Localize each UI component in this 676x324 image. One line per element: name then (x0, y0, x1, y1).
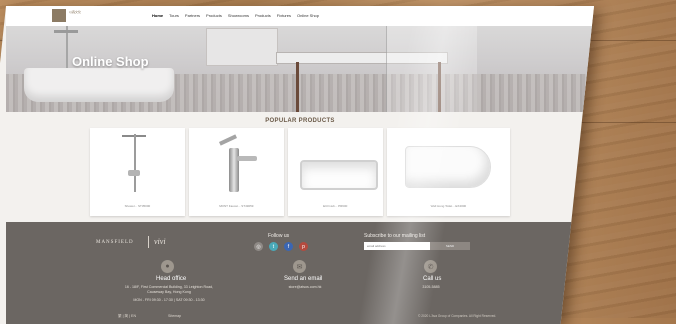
product-caption: Wall Hung Toilet... EX4000 (430, 204, 467, 208)
site-footer: MANSFIELD vivi Follow us ◎ t f p Subscri… (5, 222, 594, 324)
bathtub-product-image (288, 132, 383, 196)
main-nav: Home Tours Partners Products Showrooms P… (152, 13, 319, 18)
social-links: ◎ t f p (254, 242, 308, 251)
nav-item-products[interactable]: Products (206, 13, 222, 18)
head-office-title: Head office (156, 276, 187, 282)
product-card-toilet[interactable]: Wall Hung Toilet... EX4000 (386, 128, 511, 216)
product-card-shower[interactable]: Shower... ST35000 (90, 128, 185, 216)
sitemap-link[interactable]: Sitemap (168, 314, 181, 318)
office-hours: MON - FRI 09:30 - 17:30 | SAT 09:30 - 13… (133, 298, 205, 302)
hero-title: Online Shop (72, 54, 149, 69)
language-switcher[interactable]: 繁 | 简 | EN (118, 314, 136, 318)
shower-product-image (90, 132, 185, 196)
address-line-2: Causeway Bay, Hong Kong (147, 290, 191, 294)
pinterest-icon[interactable]: p (299, 242, 308, 251)
nav-item-home[interactable]: Home (152, 13, 163, 18)
site-header: 以森文化 Home Tours Partners Products Showro… (6, 6, 594, 26)
email-icon: ✉ (293, 260, 306, 273)
product-card-faucet[interactable]: MONT Faucet... ST49059 (188, 128, 284, 216)
instagram-icon[interactable]: ◎ (254, 242, 263, 251)
product-card-bathtub[interactable]: ECO-tub... PR600 (287, 128, 383, 216)
nav-item-products-2[interactable]: Products (255, 13, 271, 18)
subscribe-label: Subscribe to our mailing list (364, 233, 426, 239)
hero-mirror (206, 28, 278, 66)
mansfield-logo[interactable]: MANSFIELD (96, 240, 134, 245)
phone-number[interactable]: 3105-5885 (411, 285, 451, 290)
popular-products-title: POPULAR PRODUCTS (265, 118, 335, 124)
nav-item-partners[interactable]: Partners (185, 13, 200, 18)
head-office-address: 16 - 18/F, First Commercial Building, 33… (114, 285, 224, 303)
nav-item-showrooms[interactable]: Showrooms (228, 13, 249, 18)
hero-banner: Online Shop (6, 26, 594, 112)
brand-divider (148, 236, 149, 248)
nav-item-tours[interactable]: Tours (169, 13, 179, 18)
hero-glass-panel (386, 26, 477, 112)
product-caption: Shower... ST35000 (124, 204, 151, 208)
location-pin-icon: ● (161, 260, 174, 273)
nav-item-online-shop[interactable]: Online Shop (297, 13, 319, 18)
product-caption: MONT Faucet... ST49059 (219, 204, 254, 208)
copyright-text: © 2020 L'Ava Group of Companies. All Rig… (418, 314, 497, 318)
email-address[interactable]: store@atsos.com.hk (270, 285, 340, 290)
brand-logo-icon[interactable] (52, 9, 66, 22)
subscribe-email-input[interactable] (364, 242, 430, 250)
phone-icon: ✆ (424, 260, 437, 273)
faucet-product-image (189, 132, 284, 196)
send-email-title: Send an email (284, 276, 323, 282)
brand-logo-text: 以森文化 (69, 10, 82, 14)
vivi-logo[interactable]: vivi (154, 237, 166, 246)
facebook-icon[interactable]: f (284, 242, 293, 251)
footer-bottom-links: 繁 | 简 | EN Sitemap (118, 314, 181, 319)
call-us-title: Call us (423, 276, 442, 282)
subscribe-send-button[interactable]: SEND (430, 242, 470, 250)
hero-showerhead (54, 30, 78, 33)
toilet-product-image (387, 132, 510, 196)
hero-vanity-leg (296, 62, 299, 112)
product-grid: Shower... ST35000 MONT Faucet... ST49059… (90, 128, 511, 216)
follow-us-label: Follow us (268, 233, 290, 239)
hero-bathtub (24, 68, 174, 102)
printed-webpage: 以森文化 Home Tours Partners Products Showro… (0, 6, 595, 324)
nav-item-fixtures[interactable]: Fixtures (277, 13, 291, 18)
twitter-icon[interactable]: t (269, 242, 278, 251)
product-caption: ECO-tub... PR600 (323, 204, 348, 208)
